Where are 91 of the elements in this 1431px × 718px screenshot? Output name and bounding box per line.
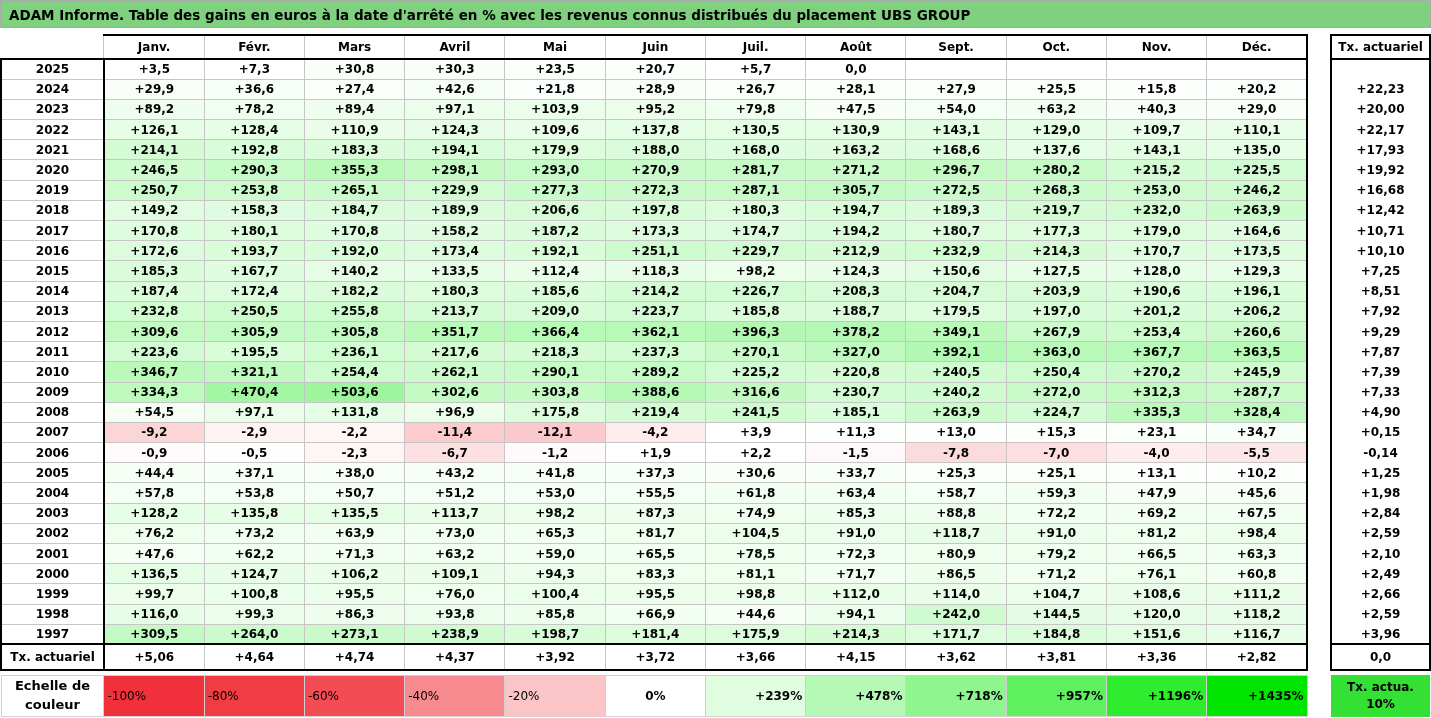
row-header: 2002 — [1, 523, 104, 544]
rate-cell: +7,25 — [1331, 260, 1430, 282]
row-header: 2001 — [1, 543, 104, 564]
scale-step: -60% — [304, 675, 405, 717]
table-cell: +4,15 — [805, 644, 906, 671]
rate-cell: +2,59 — [1331, 604, 1430, 625]
scale-step: Tx. actua. 10% — [1331, 675, 1430, 717]
scale-step: -100% — [104, 675, 205, 717]
table-cell: +4,64 — [204, 644, 305, 671]
row-header: 1997 — [1, 624, 104, 645]
rate-cell: +20,00 — [1331, 99, 1430, 120]
scale-step: -80% — [204, 675, 305, 717]
table-cell: +2,82 — [1206, 644, 1308, 671]
column-header: Déc. — [1206, 35, 1308, 59]
rate-cell: +7,39 — [1331, 361, 1430, 382]
rate-cell: +22,23 — [1331, 79, 1430, 100]
column-header: Oct. — [1006, 35, 1107, 59]
rate-cell: +8,51 — [1331, 281, 1430, 302]
rate-cell: 0,0 — [1331, 644, 1430, 671]
row-header: 1999 — [1, 583, 104, 605]
rate-cell: +17,93 — [1331, 139, 1430, 160]
row-header: 2013 — [1, 301, 104, 322]
row-header: 2010 — [1, 361, 104, 382]
row-header: 2004 — [1, 482, 104, 504]
table-cell: +4,37 — [404, 644, 505, 671]
rate-cell: +19,92 — [1331, 159, 1430, 181]
row-header: 2025 — [1, 59, 104, 80]
row-header: 2006 — [1, 442, 104, 463]
scale-step: +957% — [1006, 675, 1107, 717]
scale-step: +478% — [805, 675, 906, 717]
rate-cell: +2,84 — [1331, 503, 1430, 524]
row-header: 2011 — [1, 341, 104, 362]
rate-cell: +9,29 — [1331, 321, 1430, 342]
row-header: 2019 — [1, 180, 104, 201]
table-cell: +5,06 — [104, 644, 205, 671]
row-header: 2021 — [1, 139, 104, 160]
scale-step: -20% — [505, 675, 606, 717]
rate-cell: +16,68 — [1331, 180, 1430, 201]
scale-step: +239% — [705, 675, 806, 717]
row-header: 2007 — [1, 422, 104, 443]
row-header: 2024 — [1, 79, 104, 100]
row-header: 2009 — [1, 382, 104, 403]
rate-cell: +7,92 — [1331, 301, 1430, 322]
scale-step: +1196% — [1106, 675, 1207, 717]
row-header: 2005 — [1, 462, 104, 483]
rate-cell: +4,90 — [1331, 402, 1430, 423]
report-title: ADAM Informe. Table des gains en euros à la date d'arrêté en % avec les revenus connus distribués du placement UBS GROUP — [0, 0, 1431, 28]
scale-step: -40% — [404, 675, 505, 717]
rate-cell: +3,96 — [1331, 624, 1430, 645]
row-header: 1998 — [1, 604, 104, 625]
table-cell: +3,36 — [1106, 644, 1207, 671]
rate-cell: +12,42 — [1331, 200, 1430, 221]
row-header: 2022 — [1, 119, 104, 140]
column-header: Nov. — [1106, 35, 1207, 59]
column-header: Sept. — [906, 35, 1007, 59]
rate-cell: +1,98 — [1331, 482, 1430, 504]
row-header: 2020 — [1, 159, 104, 181]
column-header: Tx. actuariel — [1331, 35, 1430, 59]
rate-cell: +2,66 — [1331, 583, 1430, 605]
row-header: 2014 — [1, 281, 104, 302]
table-cell: +4,74 — [304, 644, 405, 671]
table-cell: +3,62 — [906, 644, 1007, 671]
scale-step: 0% — [605, 675, 706, 717]
rate-cell: +2,10 — [1331, 543, 1430, 564]
row-header: 2012 — [1, 321, 104, 342]
table-cell: +3,72 — [605, 644, 706, 671]
rate-cell: +2,49 — [1331, 563, 1430, 584]
scale-label: Echelle de couleur — [1, 675, 104, 717]
row-header: 2000 — [1, 563, 104, 584]
rate-cell: +10,10 — [1331, 240, 1430, 261]
table-cell: +3,92 — [505, 644, 606, 671]
rate-cell: -0,14 — [1331, 442, 1430, 463]
row-header: Tx. actuariel — [1, 644, 104, 671]
row-header: 2017 — [1, 220, 104, 241]
rate-cell: +0,15 — [1331, 422, 1430, 443]
rate-cell: +7,87 — [1331, 341, 1430, 362]
row-header: 2018 — [1, 200, 104, 221]
table-cell: +3,81 — [1006, 644, 1107, 671]
rate-cell: +2,59 — [1331, 523, 1430, 544]
rate-cell: +7,33 — [1331, 382, 1430, 403]
scale-step: +718% — [906, 675, 1007, 717]
row-header: 2023 — [1, 99, 104, 120]
rate-cell: +1,25 — [1331, 462, 1430, 483]
row-header: 2015 — [1, 260, 104, 282]
table-cell: +3,66 — [705, 644, 806, 671]
scale-step: +1435% — [1206, 675, 1308, 717]
row-header: 2008 — [1, 402, 104, 423]
row-header: 2003 — [1, 503, 104, 524]
rate-cell: +10,71 — [1331, 220, 1430, 241]
rate-cell: +22,17 — [1331, 119, 1430, 140]
row-header: 2016 — [1, 240, 104, 261]
